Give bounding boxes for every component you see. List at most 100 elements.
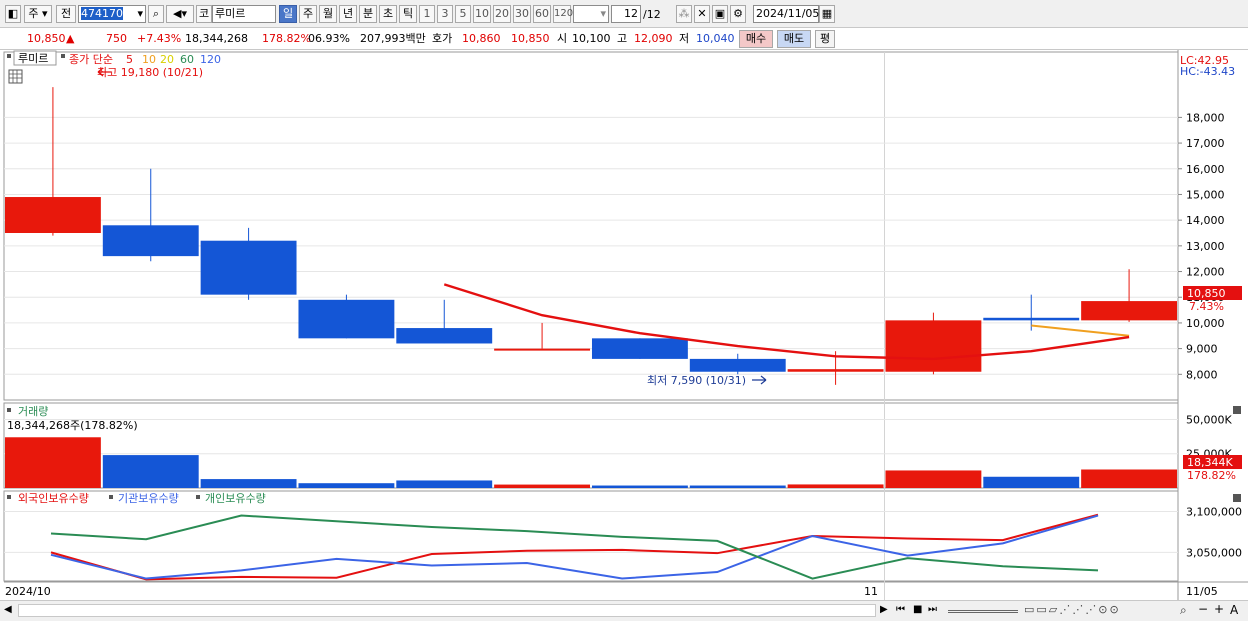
last-icon[interactable]: ⏭ [928,604,937,615]
volume-bar [689,485,786,488]
first-icon[interactable]: ⏮ [896,604,905,615]
x-label-start: 2024/10 [5,585,51,598]
interval-60[interactable]: 60 [533,5,551,23]
ma-period-10: 10 [142,53,156,66]
gear-icon[interactable]: ⚙ [730,5,746,23]
calendar-icon[interactable]: ▦ [819,5,835,23]
price-tick-label: 16,000 [1186,163,1225,176]
scroll-right-icon[interactable]: ▶ [880,604,888,615]
mode-select[interactable]: 주 ▾ [24,5,52,23]
code-input[interactable]: 474170 ▾ [78,5,146,23]
holdings-tick-label: 3,050,000 [1186,546,1242,559]
close-icon[interactable] [1233,406,1241,414]
x-label-end: 11/05 [1186,585,1218,598]
bullet-icon [7,408,11,412]
horizontal-scrollbar[interactable] [18,604,876,617]
volume-ratio: 178.82% [262,32,311,45]
zoom-icon[interactable]: ⌕ [1180,603,1187,618]
buy-button[interactable]: 매수 [739,30,773,48]
tool-icons[interactable]: ▭▭▱⋰⋰⋰⊙⊙ [1024,603,1121,616]
ma-period-120: 120 [200,53,221,66]
compare-icon[interactable]: ⁂ [676,5,692,23]
volume-tick-label: 50,000K [1186,413,1232,426]
prev-button[interactable]: 전 [56,5,76,23]
flat-button[interactable]: 평 [815,30,835,48]
interval-5[interactable]: 5 [455,5,471,23]
up-arrow-icon: ▲ [66,32,75,45]
interval-1[interactable]: 1 [419,5,435,23]
volume-bar [396,480,493,488]
crosshair-icon[interactable]: ✕ [694,5,710,23]
volume-bar [102,455,199,488]
save-icon[interactable]: ▣ [712,5,728,23]
axis-layer: 8,0009,00010,00011,00012,00013,00014,000… [1178,111,1242,559]
volume-bar [885,470,982,488]
market-label: 코 [196,5,212,23]
mode-label: 주 [28,7,39,20]
trade-amount: 207,993백만 [360,32,426,45]
window-icon[interactable]: ◧ [5,5,21,23]
bullet-icon [7,54,11,58]
bullet-icon [109,495,113,499]
interval-10[interactable]: 10 [473,5,491,23]
chevron-down-icon[interactable]: ▾ [137,6,143,22]
interval-20[interactable]: 20 [493,5,511,23]
x-label-month: 11 [864,585,878,598]
period-tick[interactable]: 틱 [399,5,417,23]
speaker-icon[interactable]: ◀▾ [166,5,194,23]
period-week[interactable]: 주 [299,5,317,23]
volume-value: 18,344,268 [185,32,248,45]
quote-bar: 10,850 ▲ 750 +7.43% 18,344,268 178.82% 0… [0,28,1248,50]
chevron-down-icon: ▾ [600,7,606,20]
scroll-left-icon[interactable]: ◀ [4,604,12,615]
price-tick-label: 18,000 [1186,111,1225,124]
zoom-slider[interactable] [948,610,1018,613]
candle-body [494,348,591,351]
foreign-holdings-label: 외국인보유수량 [18,492,89,505]
candle-body [396,328,493,344]
volume-tag-value: 18,344K [1187,456,1233,469]
holdings-panel-frame [3,490,1179,582]
high-price: 12,090 [634,32,673,45]
volume-bar [494,484,591,488]
candle-body [298,299,395,339]
minus-icon[interactable]: − [1198,602,1208,616]
period-second[interactable]: 초 [379,5,397,23]
plus-icon[interactable]: + [1214,602,1224,616]
period-minute[interactable]: 분 [359,5,377,23]
stock-chart[interactable]: 8,0009,00010,00011,00012,00013,00014,000… [0,50,1248,600]
panel-stock-name: 루미르 [18,52,48,65]
volume-bar [4,437,101,488]
table-icon[interactable] [8,69,23,84]
custom-interval-select[interactable]: ▾ [573,5,609,23]
text-tool-icon[interactable]: A [1230,603,1238,617]
period-month[interactable]: 월 [319,5,337,23]
ask-label: 호가 [432,32,453,45]
interval-3[interactable]: 3 [437,5,453,23]
turnover-rate: 06.93% [308,32,350,45]
code-value: 474170 [81,7,123,20]
bullet-icon [196,495,200,499]
volume-title: 거래량 [18,405,48,418]
period-year[interactable]: 년 [339,5,357,23]
candle-body [787,369,884,372]
price-change: 750 [106,32,127,45]
stock-name-field[interactable]: 루미르 [212,5,276,23]
volume-bar [591,485,688,488]
page-count-input[interactable]: 12 [611,5,641,23]
period-day[interactable]: 일 [279,5,297,23]
date-input[interactable]: 2024/11/05 [753,5,819,23]
price-tick-label: 10,000 [1186,317,1225,330]
stop-icon[interactable]: ■ [913,604,922,615]
candle-body [1081,301,1178,321]
sell-button[interactable]: 매도 [777,30,811,48]
search-icon[interactable]: ⌕ [148,5,164,23]
price-tick-label: 9,000 [1186,343,1218,356]
interval-30[interactable]: 30 [513,5,531,23]
low-label: 저 [679,32,690,45]
max-label: 최고 19,180 (10/21) [97,66,203,79]
close-icon[interactable] [1233,494,1241,502]
price-tick-label: 14,000 [1186,214,1225,227]
interval-120[interactable]: 120 [553,5,573,23]
change-percent: +7.43% [137,32,182,45]
